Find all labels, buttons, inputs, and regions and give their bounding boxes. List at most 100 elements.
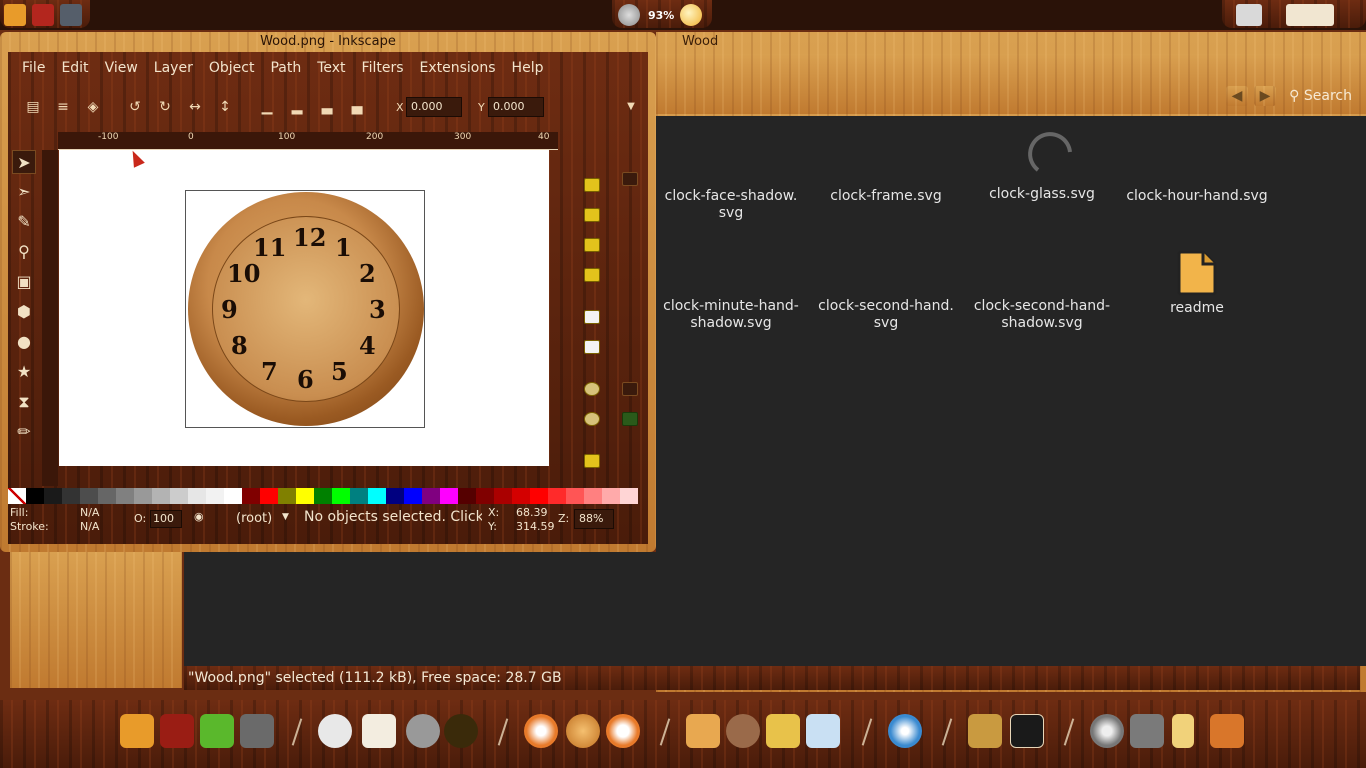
color-swatch[interactable]	[44, 488, 62, 504]
color-swatch[interactable]	[458, 488, 476, 504]
wreath-icon[interactable]	[444, 714, 478, 748]
file-item[interactable]: clock-frame.svg	[811, 188, 961, 205]
color-swatch[interactable]	[314, 488, 332, 504]
trash-icon[interactable]	[1210, 714, 1244, 748]
color-swatch[interactable]	[350, 488, 368, 504]
network-icon[interactable]	[618, 4, 640, 26]
ellipse-tool-icon[interactable]: ●	[12, 330, 36, 354]
music-icon[interactable]	[1090, 714, 1124, 748]
star-tool-icon[interactable]: ★	[12, 360, 36, 384]
mouse-icon[interactable]	[406, 714, 440, 748]
app-launcher-icon[interactable]	[160, 714, 194, 748]
home-folder-icon[interactable]	[120, 714, 154, 748]
settings-icon[interactable]	[1130, 714, 1164, 748]
file-item[interactable]: clock-face-shadow. svg	[656, 188, 806, 222]
color-swatch[interactable]	[386, 488, 404, 504]
color-swatch[interactable]	[26, 488, 44, 504]
bird-icon[interactable]	[766, 714, 800, 748]
color-swatch[interactable]	[206, 488, 224, 504]
save-document-icon[interactable]	[584, 238, 600, 252]
back-button[interactable]: ◀	[1226, 86, 1248, 106]
search-button[interactable]: ⚲ Search	[1289, 88, 1352, 104]
color-swatch[interactable]	[530, 488, 548, 504]
node-tool-icon[interactable]: ➣	[12, 180, 36, 204]
spiral-tool-icon[interactable]: ⧗	[12, 390, 36, 414]
tv-icon[interactable]	[806, 714, 840, 748]
color-palette[interactable]	[8, 488, 638, 504]
color-swatch[interactable]	[98, 488, 116, 504]
picture-frame-icon[interactable]	[968, 714, 1002, 748]
lower-to-bottom-icon[interactable]: ▄	[348, 98, 366, 116]
color-swatch[interactable]	[566, 488, 584, 504]
group-icon[interactable]	[584, 454, 600, 468]
inkscape-icon[interactable]	[1010, 714, 1044, 748]
color-swatch[interactable]	[134, 488, 152, 504]
shamisen-icon[interactable]	[318, 714, 352, 748]
y-input[interactable]: 0.000	[488, 97, 544, 117]
color-swatch[interactable]	[152, 488, 170, 504]
drawing-canvas[interactable]: 12 1 2 3 4 5 6 7 8 9 10 11	[59, 150, 549, 466]
software-center-icon[interactable]	[200, 714, 234, 748]
print-document-icon[interactable]	[584, 268, 600, 282]
color-swatch[interactable]	[242, 488, 260, 504]
menu-edit[interactable]: Edit	[53, 60, 96, 76]
menu-extensions[interactable]: Extensions	[412, 60, 504, 76]
deselect-icon[interactable]: ◈	[84, 98, 102, 116]
workspaces-icon[interactable]	[240, 714, 274, 748]
menu-help[interactable]: Help	[504, 60, 552, 76]
app-icon[interactable]	[32, 4, 54, 26]
color-swatch[interactable]	[584, 488, 602, 504]
x-input[interactable]: 0.000	[406, 97, 462, 117]
color-swatch[interactable]	[368, 488, 386, 504]
color-swatch[interactable]	[278, 488, 296, 504]
book-icon[interactable]	[362, 714, 396, 748]
menu-view[interactable]: View	[97, 60, 146, 76]
color-swatch[interactable]	[170, 488, 188, 504]
3d-box-tool-icon[interactable]: ⬢	[12, 300, 36, 324]
snap-paths-icon[interactable]	[622, 412, 638, 426]
color-swatch[interactable]	[332, 488, 350, 504]
color-swatch[interactable]	[188, 488, 206, 504]
aperture-icon[interactable]	[888, 714, 922, 748]
fill-indicator[interactable]: N/A	[80, 506, 99, 519]
menu-object[interactable]: Object	[201, 60, 263, 76]
color-swatch[interactable]	[476, 488, 494, 504]
color-swatch[interactable]	[548, 488, 566, 504]
pencil-tool-icon[interactable]: ✏	[12, 420, 36, 444]
zoom-drawing-icon[interactable]	[584, 412, 600, 426]
rotate-ccw-icon[interactable]: ↺	[126, 98, 144, 116]
export-icon[interactable]	[584, 340, 600, 354]
stroke-indicator[interactable]: N/A	[80, 520, 99, 533]
raise-to-top-icon[interactable]: ▁	[258, 98, 276, 116]
color-swatch[interactable]	[116, 488, 134, 504]
zoom-selection-icon[interactable]	[584, 382, 600, 396]
flip-horizontal-icon[interactable]: ↔	[186, 98, 204, 116]
wood-image[interactable]: 12 1 2 3 4 5 6 7 8 9 10 11	[185, 190, 425, 428]
forward-button[interactable]: ▶	[1254, 86, 1276, 106]
layer-visibility-icon[interactable]: ◉	[194, 510, 204, 523]
color-swatch[interactable]	[440, 488, 458, 504]
file-item[interactable]: readme	[1122, 250, 1272, 317]
color-swatch[interactable]	[80, 488, 98, 504]
color-swatch[interactable]	[602, 488, 620, 504]
battery-level[interactable]: 93%	[648, 9, 674, 22]
rectangle-tool-icon[interactable]: ▣	[12, 270, 36, 294]
opacity-input[interactable]: 100	[150, 510, 182, 528]
browser-icon[interactable]	[566, 714, 600, 748]
file-item[interactable]: clock-second-hand. svg	[811, 298, 961, 332]
rotate-cw-icon[interactable]: ↻	[156, 98, 174, 116]
dash-icon[interactable]	[4, 4, 26, 26]
file-item[interactable]: clock-glass.svg	[967, 130, 1117, 203]
contacts-icon[interactable]	[726, 714, 760, 748]
window-icon[interactable]	[60, 4, 82, 26]
lower-icon[interactable]: ▃	[318, 98, 336, 116]
menu-file[interactable]: File	[14, 60, 53, 76]
select-all-layers-icon[interactable]: ≡	[54, 98, 72, 116]
lantern-icon[interactable]	[1172, 714, 1194, 748]
menu-filters[interactable]: Filters	[354, 60, 412, 76]
menu-text[interactable]: Text	[309, 60, 353, 76]
session-icon[interactable]	[1286, 4, 1334, 26]
file-item[interactable]: clock-hour-hand.svg	[1122, 188, 1272, 205]
no-paint-swatch[interactable]	[8, 488, 26, 504]
select-all-icon[interactable]: ▤	[24, 98, 42, 116]
